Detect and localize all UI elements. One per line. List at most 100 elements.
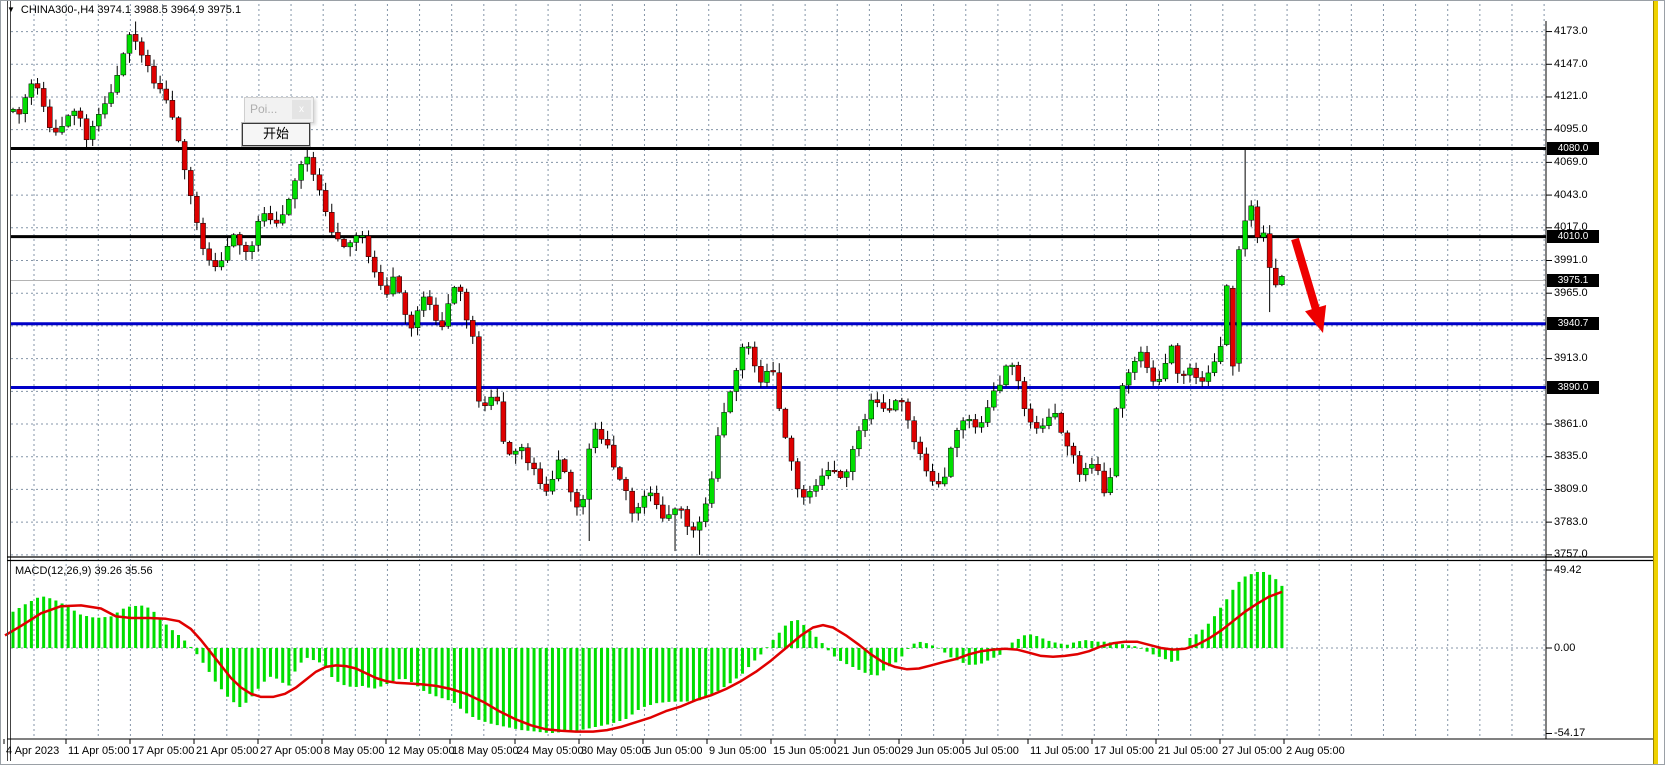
candle-up — [850, 449, 855, 471]
candle-up — [826, 470, 831, 475]
down-arrow-head — [1305, 305, 1326, 333]
candle-up — [1004, 366, 1009, 385]
grid-lines — [11, 4, 1546, 738]
date-tick-label[interactable]: 21 Apr 05:00 — [196, 745, 258, 757]
candle-down — [1230, 288, 1235, 366]
date-tick-label[interactable]: 12 May 05:00 — [388, 745, 455, 757]
right-edge-marker — [1653, 1, 1658, 765]
candle-down — [875, 400, 880, 403]
candle-up — [66, 116, 71, 126]
candle-up — [648, 493, 653, 496]
candle-down — [17, 109, 22, 114]
candle-up — [581, 499, 586, 507]
price-tick-label: 4043.0 — [1554, 190, 1588, 201]
candle-down — [899, 400, 904, 402]
date-tick-label[interactable]: 21 Jun 05:00 — [837, 745, 901, 757]
candle-down — [507, 442, 512, 454]
price-tick-label: 4121.0 — [1554, 91, 1588, 102]
date-tick-label[interactable]: 24 May 05:00 — [517, 745, 584, 757]
candle-down — [243, 245, 248, 251]
candle-up — [1218, 346, 1223, 361]
candle-down — [335, 232, 340, 239]
candle-down — [213, 260, 218, 266]
candle-down — [372, 257, 377, 272]
candle-up — [703, 504, 708, 522]
candle-up — [1224, 286, 1229, 345]
date-tick-label[interactable]: 27 Jul 05:00 — [1222, 745, 1282, 757]
date-tick-label[interactable]: 17 Jul 05:00 — [1094, 745, 1154, 757]
date-tick-label[interactable]: 27 Apr 05:00 — [260, 745, 322, 757]
candle-up — [1249, 206, 1254, 220]
candle-down — [170, 100, 175, 117]
date-tick-label[interactable]: 2 Aug 05:00 — [1286, 745, 1345, 757]
date-tick-label[interactable]: 30 May 05:00 — [581, 745, 648, 757]
price-level-tag: 4080.0 — [1547, 142, 1599, 155]
price-tick-label: 3965.0 — [1554, 288, 1588, 299]
candle-down — [501, 402, 506, 442]
date-tick-label[interactable]: 17 Apr 05:00 — [132, 745, 194, 757]
candle-up — [348, 243, 353, 247]
candle-down — [562, 460, 567, 472]
candle-down — [685, 509, 690, 526]
date-tick-label[interactable]: 9 Jun 05:00 — [709, 745, 767, 757]
candle-down — [317, 175, 322, 190]
candle-down — [133, 34, 138, 41]
candle-down — [1194, 368, 1199, 377]
chart-title-ohlc: CHINA300-,H4 3974.1 3988.5 3964.9 3975.1 — [21, 4, 241, 16]
candle-up — [1243, 221, 1248, 249]
start-button[interactable]: 开始 — [242, 123, 310, 146]
date-tick-label[interactable]: 15 Jun 05:00 — [773, 745, 837, 757]
down-arrow-annotation[interactable] — [1295, 239, 1317, 314]
point-dialog-titlebar[interactable]: Poi... x — [244, 97, 314, 123]
candle-up — [305, 157, 310, 164]
candle-down — [973, 420, 978, 428]
candle-down — [532, 463, 537, 469]
price-tick-label: 3809.0 — [1554, 484, 1588, 495]
candle-down — [470, 320, 475, 336]
candle-down — [1022, 381, 1027, 408]
candle-up — [292, 181, 297, 199]
price-tick-label: 3861.0 — [1554, 419, 1588, 430]
candle-up — [997, 385, 1002, 391]
candle-up — [1279, 276, 1284, 284]
candle-down — [801, 490, 806, 498]
candle-up — [513, 451, 518, 454]
candle-up — [1108, 477, 1113, 492]
candle-down — [274, 220, 279, 223]
date-tick-label[interactable]: 4 Apr 2023 — [6, 745, 59, 757]
candle-up — [967, 419, 972, 421]
date-tick-label[interactable]: 11 Apr 05:00 — [68, 745, 130, 757]
date-tick-label[interactable]: 8 May 05:00 — [324, 745, 385, 757]
date-tick-label[interactable]: 21 Jul 05:00 — [1158, 745, 1218, 757]
candle-down — [525, 448, 530, 463]
close-icon[interactable]: x — [292, 100, 311, 119]
candle-down — [1175, 346, 1180, 374]
candle-up — [893, 401, 898, 410]
date-tick-label[interactable]: 5 Jul 05:00 — [965, 745, 1019, 757]
candle-down — [440, 321, 445, 327]
candle-up — [666, 515, 671, 519]
candle-down — [838, 471, 843, 477]
candle-down — [207, 249, 212, 260]
date-tick-label[interactable]: 5 Jun 05:00 — [645, 745, 703, 757]
candle-down — [905, 402, 910, 420]
candle-up — [814, 486, 819, 492]
price-level-tag: 3940.7 — [1547, 317, 1599, 330]
date-tick-label[interactable]: 29 Jun 05:00 — [901, 745, 965, 757]
candle-up — [1261, 233, 1266, 237]
candle-up — [1046, 417, 1051, 426]
symbol-dropdown-icon[interactable]: ▼ — [7, 5, 15, 14]
candle-down — [912, 421, 917, 442]
candle-up — [869, 400, 874, 419]
price-tick-label: 3835.0 — [1554, 451, 1588, 462]
candle-up — [72, 111, 77, 116]
candle-up — [642, 496, 647, 507]
date-tick-label[interactable]: 11 Jul 05:00 — [1030, 745, 1089, 757]
candle-down — [53, 128, 58, 132]
candle-up — [391, 277, 396, 294]
candle-up — [286, 199, 291, 214]
candle-down — [1096, 464, 1101, 470]
candle-down — [47, 107, 52, 128]
candle-down — [924, 454, 929, 471]
date-tick-label[interactable]: 18 May 05:00 — [452, 745, 519, 757]
